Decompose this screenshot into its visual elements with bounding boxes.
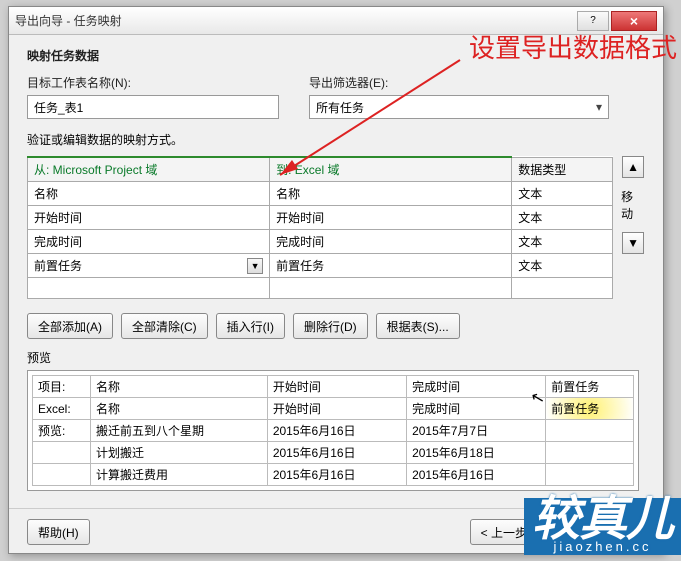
map-row: 前置任务▼ 前置任务文本 (28, 254, 613, 278)
delete-row-button[interactable]: 删除行(D) (293, 313, 368, 339)
titlebar-title: 导出向导 - 任务映射 (15, 12, 577, 29)
map-header-from[interactable]: 从: Microsoft Project 域 (28, 157, 270, 182)
preview-table: 项目:名称开始时间完成时间前置任务 Excel:名称开始时间完成时间前置任务 预… (32, 375, 634, 486)
mapping-table: 从: Microsoft Project 域 到: Excel 域 数据类型 名… (27, 156, 613, 299)
export-wizard-dialog: 导出向导 - 任务映射 ? × 映射任务数据 目标工作表名称(N): 导出筛选器… (8, 6, 664, 554)
filter-label: 导出筛选器(E): (309, 74, 609, 91)
target-name-input[interactable] (27, 95, 279, 119)
insert-row-button[interactable]: 插入行(I) (216, 313, 285, 339)
map-row (28, 278, 613, 299)
map-row: 开始时间开始时间文本 (28, 206, 613, 230)
help-titlebar-button[interactable]: ? (577, 11, 609, 31)
close-button[interactable]: × (611, 11, 657, 31)
move-label: 移动 (621, 188, 645, 222)
section-title: 映射任务数据 (27, 47, 645, 64)
filter-select[interactable]: 所有任务 (309, 95, 609, 119)
based-on-table-button[interactable]: 根据表(S)... (376, 313, 460, 339)
preview-label: 预览 (27, 349, 645, 366)
verify-label: 验证或编辑数据的映射方式。 (27, 131, 645, 148)
move-up-button[interactable]: ▲ (622, 156, 644, 178)
preview-panel: 项目:名称开始时间完成时间前置任务 Excel:名称开始时间完成时间前置任务 预… (27, 370, 639, 491)
clear-all-button[interactable]: 全部清除(C) (121, 313, 208, 339)
map-header-type[interactable]: 数据类型 (512, 157, 613, 182)
dropdown-arrow-icon[interactable]: ▼ (247, 258, 263, 274)
watermark: 较真儿jiaozhen.cc (524, 498, 681, 555)
add-all-button[interactable]: 全部添加(A) (27, 313, 113, 339)
map-header-to[interactable]: 到: Excel 域 (270, 157, 512, 182)
map-row: 完成时间完成时间文本 (28, 230, 613, 254)
move-down-button[interactable]: ▼ (622, 232, 644, 254)
map-row: 名称名称文本 (28, 182, 613, 206)
titlebar[interactable]: 导出向导 - 任务映射 ? × (9, 7, 663, 35)
help-button[interactable]: 帮助(H) (27, 519, 90, 545)
target-name-label: 目标工作表名称(N): (27, 74, 279, 91)
